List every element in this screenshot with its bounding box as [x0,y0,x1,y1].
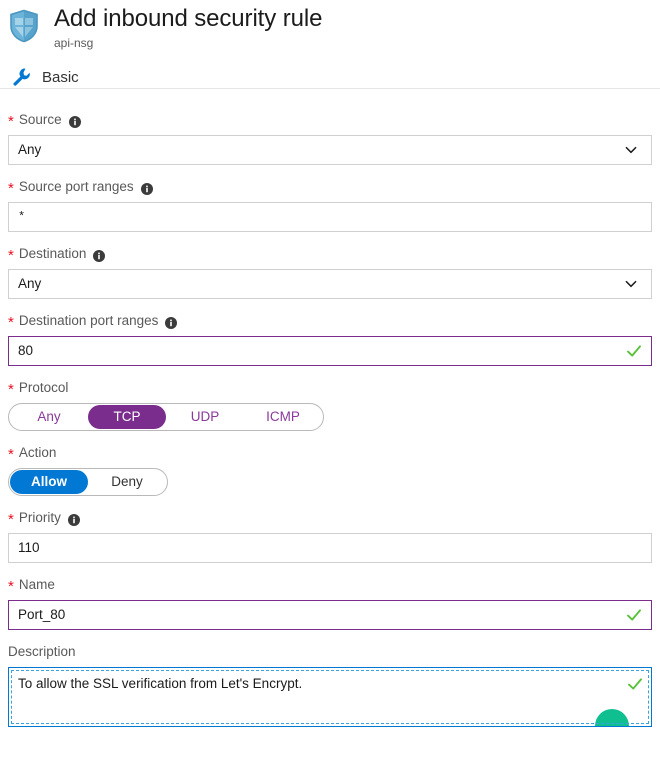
label-action-text: Action [18,445,57,460]
label-priority-text: Priority [18,510,61,525]
description-value: To allow the SSL verification from Let's… [18,676,303,691]
info-icon[interactable] [165,316,178,329]
required-asterisk: * [8,381,14,398]
protocol-option-udp[interactable]: UDP [166,405,244,429]
title-block: Add inbound security rule api-nsg [54,4,322,51]
label-source-port-ranges: * Source port ranges [8,178,652,196]
source-port-ranges-value: * [18,210,26,224]
label-source-port-ranges-text: Source port ranges [18,179,134,194]
protocol-toggle-group[interactable]: Any TCP UDP ICMP [8,403,324,431]
section-basic-label: Basic [42,68,79,86]
protocol-option-icmp[interactable]: ICMP [244,405,322,429]
section-basic: Basic [0,51,660,87]
source-port-ranges-input[interactable]: * [8,202,652,232]
field-destination-port-ranges: * Destination port ranges 80 [8,312,652,366]
destination-port-ranges-value: 80 [18,343,34,358]
security-rule-form: * Source Any * Source port ranges * * De… [0,89,660,727]
wrench-icon [12,67,32,87]
label-protocol: * Protocol [8,379,652,397]
label-destination-port-ranges: * Destination port ranges [8,312,652,330]
info-icon[interactable] [140,182,153,195]
field-priority: * Priority 110 [8,509,652,563]
field-description: Description To allow the SSL verificatio… [8,643,652,727]
info-icon[interactable] [68,115,81,128]
label-protocol-text: Protocol [18,380,69,395]
action-toggle-group[interactable]: Allow Deny [8,468,168,496]
shield-icon [8,9,40,43]
priority-input[interactable]: 110 [8,533,652,563]
label-destination-port-ranges-text: Destination port ranges [18,313,159,328]
field-protocol: * Protocol Any TCP UDP ICMP [8,379,652,431]
label-name-text: Name [18,577,55,592]
label-source-text: Source [18,112,62,127]
name-value: Port_80 [18,607,66,622]
check-icon [626,607,642,623]
source-value: Any [18,142,42,157]
header-divider [0,88,660,89]
page-subtitle: api-nsg [54,36,94,50]
check-icon [626,343,642,359]
page-title: Add inbound security rule [54,5,323,32]
description-textarea[interactable]: To allow the SSL verification from Let's… [8,667,652,727]
required-asterisk: * [8,511,14,528]
chevron-down-icon [624,277,638,291]
label-name: * Name [8,576,652,594]
info-icon[interactable] [67,513,80,526]
page-header: Add inbound security rule api-nsg Basic [0,0,660,89]
header-title-row: Add inbound security rule api-nsg [0,0,660,51]
teal-indicator-circle [595,709,629,726]
destination-value: Any [18,276,42,291]
required-asterisk: * [8,113,14,130]
destination-port-ranges-input[interactable]: 80 [8,336,652,366]
source-dropdown[interactable]: Any [8,135,652,165]
required-asterisk: * [8,446,14,463]
label-description: Description [8,644,76,659]
field-source-port-ranges: * Source port ranges * [8,178,652,232]
destination-dropdown[interactable]: Any [8,269,652,299]
label-source: * Source [8,111,652,129]
label-destination: * Destination [8,245,652,263]
required-asterisk: * [8,314,14,331]
label-priority: * Priority [8,509,652,527]
chevron-down-icon [624,143,638,157]
field-destination: * Destination Any [8,245,652,299]
name-input[interactable]: Port_80 [8,600,652,630]
protocol-option-tcp[interactable]: TCP [88,405,166,429]
field-source: * Source Any [8,111,652,165]
label-action: * Action [8,444,652,462]
protocol-option-any[interactable]: Any [10,405,88,429]
required-asterisk: * [8,247,14,264]
info-icon[interactable] [93,249,106,262]
action-option-allow[interactable]: Allow [10,470,88,494]
field-name: * Name Port_80 [8,576,652,630]
priority-value: 110 [18,540,40,555]
label-destination-text: Destination [18,246,87,261]
action-option-deny[interactable]: Deny [88,470,166,494]
required-asterisk: * [8,180,14,197]
required-asterisk: * [8,578,14,595]
check-icon [627,676,643,692]
field-action: * Action Allow Deny [8,444,652,496]
